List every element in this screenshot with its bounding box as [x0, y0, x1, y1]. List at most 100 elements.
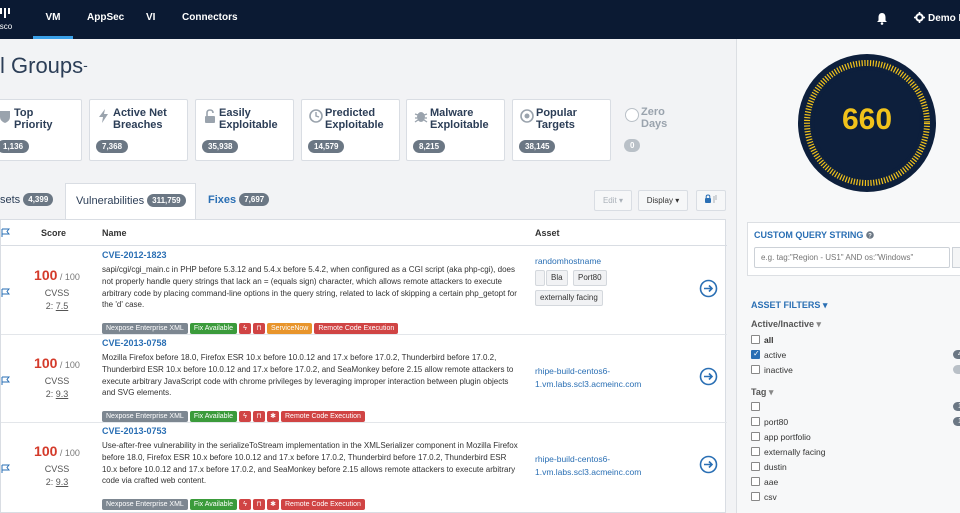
cve-link[interactable]: CVE-2013-0753 [102, 426, 167, 436]
flag-icon[interactable] [1, 228, 10, 237]
filter-group-active[interactable]: Active/Inactive ▾ [751, 319, 821, 330]
filter-tag-port80[interactable]: port80 1 [751, 417, 960, 429]
table-row[interactable]: 100 / 100 CVSS 2: 9.3 CVE-2013-0758 Mozi… [1, 335, 727, 423]
help-icon[interactable]: ? [866, 231, 874, 239]
tag-servicenow[interactable]: ServiceNow [267, 323, 313, 334]
card-top-priority[interactable]: Top Priority 1,136 [0, 99, 82, 161]
checkbox[interactable] [751, 432, 760, 441]
tag-rce[interactable]: Remote Code Execution [281, 411, 365, 422]
asset-chip-empty[interactable] [535, 270, 545, 286]
filter-tag-externally-facing[interactable]: externally facing [751, 447, 825, 459]
bell-icon[interactable] [876, 12, 888, 25]
filter-option-active[interactable]: active 4 [751, 349, 960, 362]
nav-tab-vm[interactable]: VM [33, 0, 73, 39]
checkbox-checked[interactable] [751, 349, 760, 359]
checkbox[interactable] [751, 402, 760, 411]
nav-tab-vi[interactable]: VI [146, 0, 155, 39]
checkbox[interactable] [751, 365, 760, 374]
checkbox[interactable] [751, 462, 760, 471]
tag-source[interactable]: Nexpose Enterprise XML [102, 323, 188, 334]
tag-rce[interactable]: Remote Code Execution [314, 323, 399, 334]
asset-chip[interactable]: Port80 [573, 270, 607, 286]
company-logo[interactable]: isco [0, 6, 16, 32]
table-row[interactable]: 100 / 100 CVSS 2: 9.3 CVE-2013-0753 Use-… [1, 423, 727, 511]
card-label: Popular Targets [536, 107, 577, 131]
nav-tab-connectors[interactable]: Connectors [182, 0, 238, 39]
query-submit-button[interactable] [952, 247, 960, 268]
score-value: 100 [34, 267, 58, 283]
asset-filters-title[interactable]: ASSET FILTERS ▾ [751, 300, 827, 311]
lock-sort-button[interactable] [696, 190, 726, 211]
arrow-right-circle-icon[interactable] [699, 367, 718, 386]
custom-query-input[interactable] [754, 247, 950, 268]
asset-chip[interactable]: Bla [546, 270, 568, 286]
bug-tag-icon[interactable]: ✱ [267, 411, 279, 422]
card-malware-exploitable[interactable]: Malware Exploitable 8,215 [406, 99, 505, 161]
user-menu[interactable]: Demo I [914, 12, 960, 24]
tab-vulnerabilities[interactable]: Vulnerabilities 311,759 [65, 183, 196, 219]
checkbox[interactable] [751, 477, 760, 486]
tag-source[interactable]: Nexpose Enterprise XML [102, 411, 188, 422]
col-name[interactable]: Name [102, 228, 127, 238]
card-predicted-exploitable[interactable]: Predicted Exploitable 14,579 [301, 99, 400, 161]
unlock-tag-icon[interactable]: ⊓ [253, 323, 265, 334]
card-count: 35,938 [202, 140, 239, 153]
asset-link[interactable]: rhipe-build-centos6-1.vm.labs.scl3.acmei… [535, 365, 655, 391]
arrow-right-circle-icon[interactable] [699, 279, 718, 298]
tag-source[interactable]: Nexpose Enterprise XML [102, 499, 188, 510]
checkbox[interactable] [751, 335, 760, 344]
col-asset[interactable]: Asset [535, 228, 560, 238]
lightning-tag-icon[interactable]: ϟ [239, 499, 251, 510]
checkbox[interactable] [751, 492, 760, 501]
score-value: 100 [34, 443, 58, 459]
table-row[interactable]: 100 / 100 CVSS 2: 7.5 CVE-2012-1823 sapi… [1, 247, 727, 335]
display-dropdown[interactable]: Display ▾ [638, 190, 688, 211]
asset-chip[interactable]: externally facing [535, 290, 603, 306]
lightning-tag-icon[interactable]: ϟ [239, 323, 251, 334]
filter-tag-dustin[interactable]: dustin [751, 462, 787, 474]
filter-option-all[interactable]: all [751, 335, 773, 347]
flag-icon[interactable] [1, 464, 10, 473]
col-score[interactable]: Score [41, 228, 66, 238]
checkbox[interactable] [751, 447, 760, 456]
tab-assets[interactable]: sets 4,399 [0, 183, 54, 219]
unlock-icon [205, 109, 215, 123]
cve-link[interactable]: CVE-2012-1823 [102, 250, 167, 260]
cve-link[interactable]: CVE-2013-0758 [102, 338, 167, 348]
tag-rce[interactable]: Remote Code Execution [281, 499, 365, 510]
tab-fixes[interactable]: Fixes 7,697 [208, 183, 270, 219]
card-zero-days[interactable]: Zero Days 0 [618, 99, 688, 161]
checkbox[interactable] [751, 417, 760, 426]
edit-dropdown[interactable]: Edit ▾ [594, 190, 632, 211]
filter-tag-aae[interactable]: aae [751, 477, 778, 489]
tag-fix-available[interactable]: Fix Available [189, 499, 237, 510]
filter-tag-empty[interactable]: 1 [751, 402, 960, 414]
cvss-value[interactable]: 9.3 [56, 389, 69, 399]
card-active-net-breaches[interactable]: Active Net Breaches 7,368 [89, 99, 188, 161]
unlock-tag-icon[interactable]: ⊓ [253, 499, 265, 510]
bug-tag-icon[interactable]: ✱ [267, 499, 279, 510]
unlock-tag-icon[interactable]: ⊓ [253, 411, 265, 422]
tag-fix-available[interactable]: Fix Available [189, 323, 237, 334]
lightning-tag-icon[interactable]: ϟ [239, 411, 251, 422]
asset-link[interactable]: rhipe-build-centos6-1.vm.labs.scl3.acmei… [535, 453, 655, 479]
page-title[interactable]: l Groups- [0, 53, 88, 79]
flag-icon[interactable] [1, 376, 10, 385]
card-popular-targets[interactable]: Popular Targets 38,145 [512, 99, 611, 161]
card-count: 1,136 [0, 140, 30, 153]
filter-group-tag[interactable]: Tag ▾ [751, 387, 773, 398]
asset-filters-title-text: ASSET FILTERS [751, 300, 821, 310]
filter-tag-csv[interactable]: csv [751, 492, 777, 504]
filter-tag-app-portfolio[interactable]: app portfolio [751, 432, 811, 444]
cvss-value[interactable]: 7.5 [56, 301, 69, 311]
filter-option-inactive[interactable]: inactive [751, 365, 960, 377]
asset-link[interactable]: randomhostname [535, 255, 601, 268]
arrow-right-circle-icon[interactable] [699, 455, 718, 474]
risk-score-value: 660 [841, 103, 893, 136]
tag-fix-available[interactable]: Fix Available [189, 411, 237, 422]
card-easily-exploitable[interactable]: Easily Exploitable 35,938 [195, 99, 294, 161]
cvss-value[interactable]: 9.3 [56, 477, 69, 487]
cvss-prefix: 2: [45, 301, 54, 311]
nav-tab-appsec[interactable]: AppSec [87, 0, 124, 39]
flag-icon[interactable] [1, 288, 10, 297]
